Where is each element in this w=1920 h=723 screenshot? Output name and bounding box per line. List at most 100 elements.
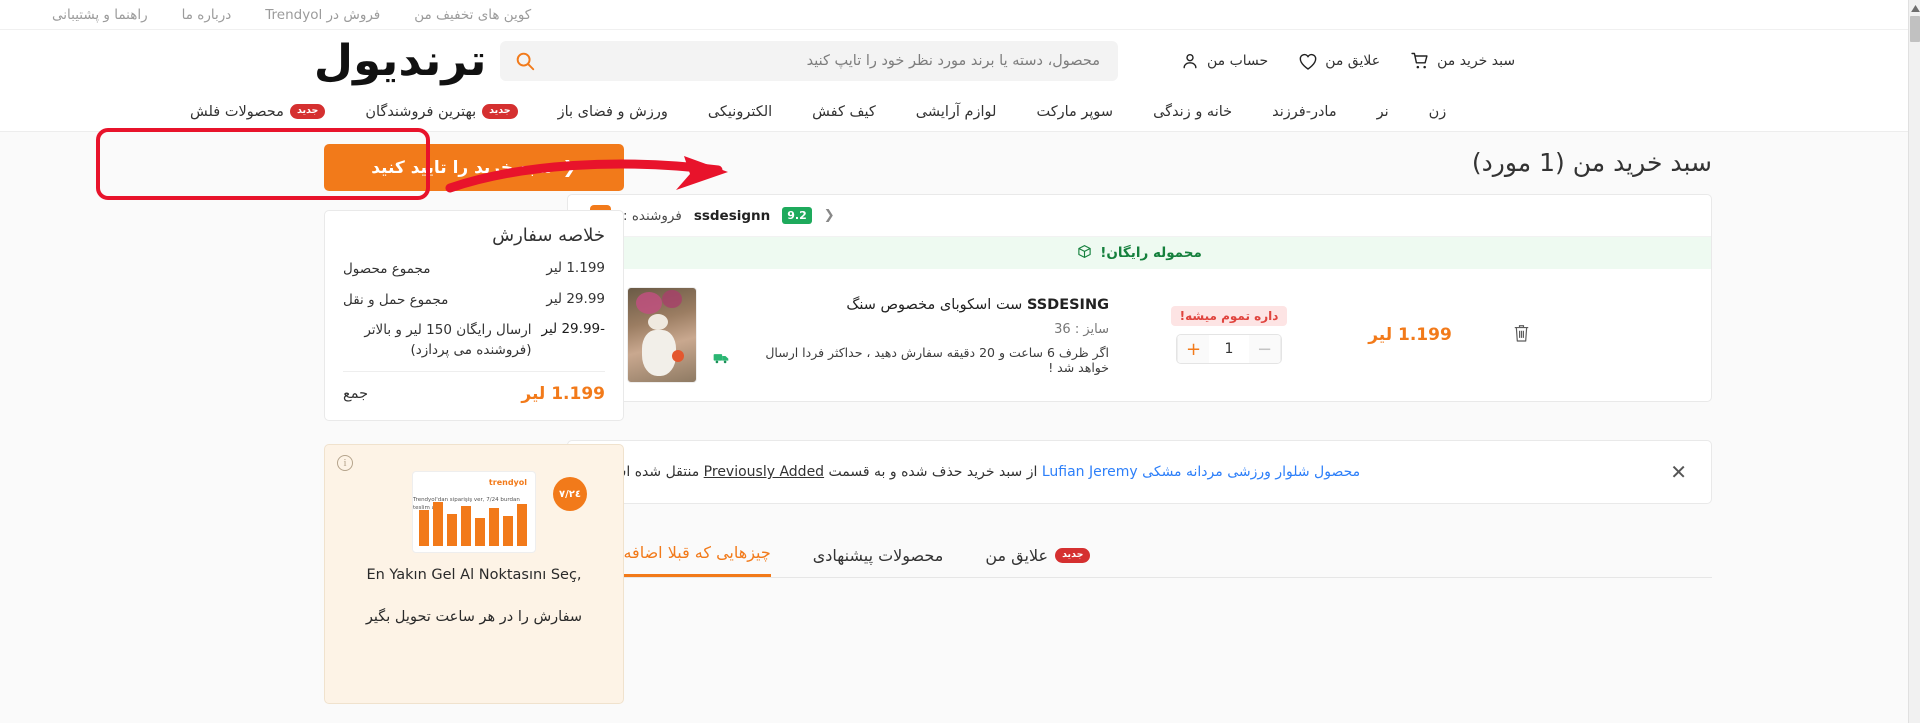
product-thumbnail[interactable] [627, 287, 697, 383]
promo-card[interactable]: i trendyol Trendyol'dan siparişiş ver, 7… [324, 444, 624, 704]
product-name-line[interactable]: SSDESING ست اسکوبای مخصوص سنگ [713, 295, 1109, 317]
summary-total-value: 1.199 لیر [521, 384, 605, 405]
seller-card: فروشنده : ssdesignn 9.2 ❮ محموله رایگان! [567, 194, 1712, 402]
header-action-account-label: حساب من [1207, 53, 1269, 69]
product-shipping-note-label: اگر ظرف 6 ساعت و 20 دقیقه سفارش دهید ، ح… [765, 344, 1109, 375]
nav-item-mother-child[interactable]: مادر-فرزند [1272, 104, 1336, 120]
chevron-left-icon: ❮ [562, 157, 577, 178]
search-container [500, 41, 1118, 81]
tab-badge-new: جدید [1055, 548, 1091, 563]
summary-row-shipping-total-label: مجموع حمل و نقل [343, 291, 449, 308]
nav-item-best-sellers-label: بهترین فروشندگان [365, 103, 477, 120]
promo-hours-badge: ٧/٢٤ [553, 477, 587, 511]
topbar-item-sell-on-trendyol[interactable]: فروش در Trendyol [265, 0, 380, 30]
scrollbar-thumb[interactable] [1910, 16, 1920, 42]
tab-recommended-products[interactable]: محصولات پیشنهادی [813, 546, 944, 577]
summary-row-product-total: مجموع محصول 1.199 لیر [343, 260, 605, 280]
promo-brand-logo: trendyol [488, 478, 527, 487]
summary-total-label: جمع [343, 386, 369, 403]
heart-icon [1298, 52, 1318, 71]
nav-item-flash-products[interactable]: محصولات فلش جدید [190, 103, 326, 120]
page-title: سبد خرید من (1 مورد) [1471, 148, 1712, 177]
topbar-item-my-discount-coins[interactable]: کوین های تخفیف من [414, 0, 531, 30]
order-summary-panel: خلاصه سفارش مجموع محصول 1.199 لیر مجموع … [324, 210, 624, 422]
header-action-account[interactable]: حساب من [1180, 51, 1268, 71]
quantity-decrease-button[interactable]: − [1249, 335, 1281, 363]
summary-row-free-shipping-discount-label: ارسال رایگان 150 لیر و بالاتر (فروشنده م… [364, 322, 532, 358]
notice-link-previously-added[interactable]: Previously Added [704, 464, 824, 480]
nav-item-bags-shoes-label: کیف کفش [812, 103, 876, 120]
topbar-item-help-support[interactable]: راهنما و پشتیبانی [52, 0, 148, 30]
seller-name[interactable]: ssdesignn [694, 208, 770, 224]
notice-product-brand[interactable]: Lufian Jeremy [1042, 464, 1138, 480]
header-action-favorites-label: علایق من [1325, 53, 1381, 69]
page-scrollbar[interactable] [1908, 0, 1920, 723]
nav-item-cosmetics[interactable]: لوازم آرایشی [916, 104, 997, 120]
summary-row-shipping-total-value: 29.99 لیر [546, 290, 605, 307]
summary-row-product-total-label: مجموع محصول [343, 261, 431, 277]
order-summary-title: خلاصه سفارش [492, 225, 605, 246]
header-action-favorites[interactable]: علایق من [1298, 52, 1380, 71]
nav-item-mother-child-label: مادر-فرزند [1272, 103, 1337, 120]
nav-item-home-living-label: خانه و زندگی [1153, 103, 1233, 120]
seller-prefix: فروشنده : [623, 207, 682, 224]
nav-item-women[interactable]: زن [1429, 104, 1447, 120]
removed-item-notice-text: محصول شلوار ورزشی مردانه مشکی Lufian Jer… [592, 464, 1360, 480]
info-icon[interactable]: i [337, 455, 353, 471]
nav-item-home-living[interactable]: خانه و زندگی [1153, 104, 1232, 120]
summary-row-shipping-total: مجموع حمل و نقل 29.99 لیر [343, 291, 605, 311]
cart-item-row: SSDESING ست اسکوبای مخصوص سنگ سایز : 36 [568, 269, 1711, 401]
promo-line-1: En Yakın Gel Al Noktasını Seç, [366, 567, 582, 583]
nav-badge-new: جدید [482, 104, 518, 119]
confirm-cart-button[interactable]: سبد خرید را تایید کنید ❮ [324, 144, 624, 191]
product-price: 1.199 لیر [1368, 325, 1452, 345]
cart-icon [1410, 51, 1430, 71]
nav-item-supermarket-label: سوپر مارکت [1036, 103, 1114, 120]
scroll-up-arrow-icon[interactable] [1909, 2, 1920, 14]
nav-item-electronics-label: الکترونیکی [707, 103, 773, 120]
tab-my-favorites[interactable]: علایق من جدید [985, 546, 1091, 577]
nav-item-electronics[interactable]: الکترونیکی [708, 104, 772, 120]
nav-item-flash-products-label: محصولات فلش [190, 103, 284, 120]
tab-recommended-products-label: محصولات پیشنهادی [812, 546, 944, 565]
trendyol-logo[interactable]: ترندیول [314, 39, 488, 83]
topbar-item-about-us[interactable]: درباره ما [182, 0, 232, 30]
tab-my-favorites-label: علایق من [985, 546, 1049, 565]
nav-item-supermarket[interactable]: سوپر مارکت [1036, 104, 1113, 120]
product-size: سایز : 36 [1054, 321, 1109, 337]
quantity-stepper: + 1 − [1176, 334, 1282, 364]
notice-text-middle: از سبد خرید حذف شده و به قسمت [828, 464, 1038, 480]
free-shipping-label: محموله رایگان! [1100, 245, 1202, 261]
remove-item-button[interactable] [1491, 323, 1551, 348]
package-icon [1077, 244, 1092, 263]
chevron-left-icon[interactable]: ❮ [824, 208, 835, 223]
notice-product-name[interactable]: محصول شلوار ورزشی مردانه مشکی [1142, 464, 1360, 480]
search-input[interactable] [500, 41, 1118, 81]
summary-row-product-total-value: 1.199 لیر [546, 260, 605, 276]
nav-item-bags-shoes[interactable]: کیف کفش [812, 104, 876, 120]
search-icon[interactable] [514, 50, 536, 72]
logo-container[interactable]: ترندیول [160, 39, 500, 83]
header-action-cart[interactable]: سبد خرید من [1410, 51, 1515, 71]
status-badge: داره تموم میشه! [1170, 306, 1288, 326]
nav-item-best-sellers[interactable]: بهترین فروشندگان جدید [365, 103, 518, 120]
seller-score-badge: 9.2 [782, 207, 812, 224]
nav-item-women-label: زن [1428, 103, 1447, 120]
nav-item-sports-outdoor-label: ورزش و فضای باز [557, 103, 668, 120]
nav-item-men-label: نر [1376, 103, 1389, 120]
nav-item-cosmetics-label: لوازم آرایشی [915, 103, 997, 120]
summary-total-row: جمع 1.199 لیر [343, 371, 605, 412]
close-icon[interactable]: ✕ [1670, 462, 1687, 482]
product-shipping-note: اگر ظرف 6 ساعت و 20 دقیقه سفارش دهید ، ح… [713, 345, 1109, 375]
confirm-cart-button-label: سبد خرید را تایید کنید [371, 157, 553, 178]
nav-item-sports-outdoor[interactable]: ورزش و فضای باز [558, 104, 668, 120]
trash-icon [1512, 323, 1531, 348]
quantity-increase-button[interactable]: + [1177, 335, 1209, 363]
summary-row-free-shipping-discount: ارسال رایگان 150 لیر و بالاتر (فروشنده م… [343, 321, 605, 360]
nav-badge-new: جدید [289, 104, 326, 119]
nav-item-men[interactable]: نر [1377, 104, 1389, 120]
free-shipping-banner: محموله رایگان! [568, 237, 1711, 269]
quantity-value[interactable]: 1 [1209, 341, 1249, 357]
delivery-truck-icon [713, 351, 730, 368]
product-info: SSDESING ست اسکوبای مخصوص سنگ سایز : 36 [713, 295, 1113, 375]
